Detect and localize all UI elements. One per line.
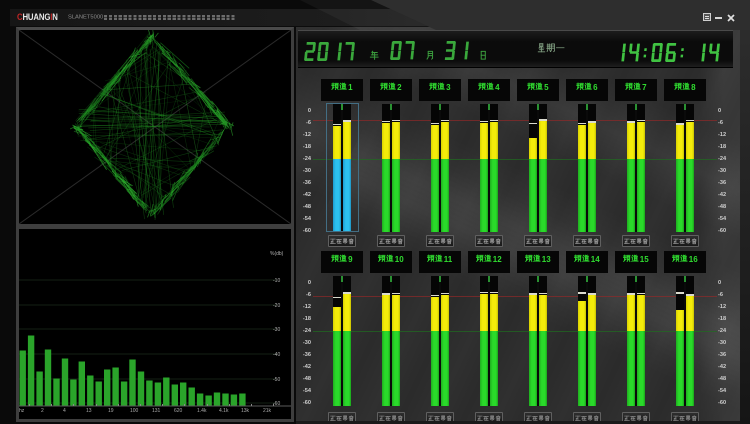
svg-text:-30: -30 — [273, 327, 280, 333]
svg-text:-40: -40 — [273, 352, 280, 358]
svg-text:21k: 21k — [263, 408, 272, 414]
svg-text:13k: 13k — [241, 408, 250, 414]
svg-text:131: 131 — [152, 408, 161, 414]
svg-text:-20: -20 — [273, 303, 280, 309]
svg-text:-60: -60 — [273, 401, 280, 407]
svg-text:13: 13 — [86, 408, 92, 414]
svg-text:4: 4 — [495, 83, 500, 92]
svg-text:1.4k: 1.4k — [197, 408, 207, 414]
svg-text:100: 100 — [130, 408, 139, 414]
svg-text:-10: -10 — [273, 278, 280, 284]
svg-text:15: 15 — [640, 255, 649, 264]
svg-text:14: 14 — [591, 255, 600, 264]
svg-text:7: 7 — [642, 83, 647, 92]
svg-text:16: 16 — [689, 255, 698, 264]
svg-text:620: 620 — [174, 408, 183, 414]
svg-text:1: 1 — [348, 83, 353, 92]
svg-text:4: 4 — [63, 408, 66, 414]
svg-text:10: 10 — [395, 255, 404, 264]
svg-text:13: 13 — [542, 255, 551, 264]
svg-text:8: 8 — [691, 83, 696, 92]
svg-text:5: 5 — [544, 83, 549, 92]
svg-text:-50: -50 — [273, 377, 280, 383]
svg-text:6: 6 — [593, 83, 598, 92]
svg-text:4.1k: 4.1k — [219, 408, 229, 414]
svg-text:12: 12 — [493, 255, 502, 264]
svg-text:9: 9 — [348, 255, 353, 264]
svg-text:%(db): %(db) — [270, 251, 284, 257]
svg-text:hz: hz — [19, 408, 25, 414]
svg-text:11: 11 — [444, 255, 453, 264]
svg-text:2: 2 — [41, 408, 44, 414]
svg-text:3: 3 — [446, 83, 451, 92]
svg-text:19: 19 — [108, 408, 114, 414]
svg-text:2: 2 — [397, 83, 402, 92]
